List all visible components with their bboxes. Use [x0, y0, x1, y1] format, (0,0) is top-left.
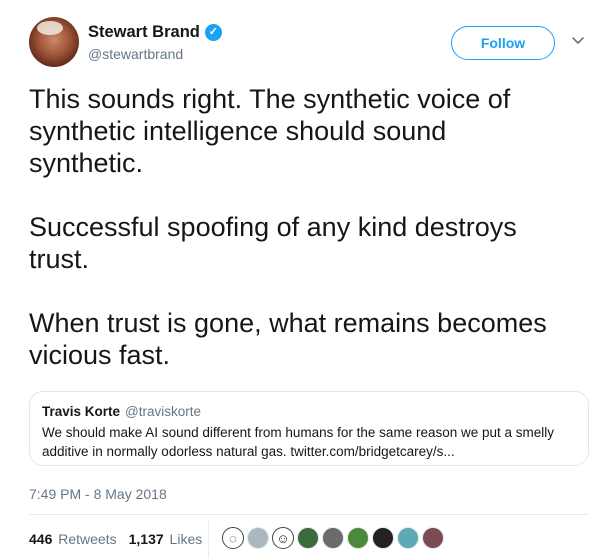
likes-count: 1,137	[128, 531, 164, 547]
liker-outline-smile-icon-2[interactable]: ☺	[272, 527, 294, 549]
quoted-tweet-text: We should make AI sound different from h…	[42, 425, 555, 459]
retweets-count: 446	[29, 531, 53, 547]
liker-avatar-icon-7[interactable]	[397, 527, 419, 549]
liker-avatar-icon-8[interactable]	[422, 527, 444, 549]
chevron-down-icon[interactable]	[571, 33, 585, 47]
author-avatar[interactable]	[29, 17, 79, 67]
liker-default-avatar-icon-1[interactable]	[247, 527, 269, 549]
liker-avatar-icon-4[interactable]	[322, 527, 344, 549]
liker-avatars: ◌ ☺	[222, 527, 447, 549]
quoted-author-name: Travis Korte	[42, 404, 121, 419]
retweets-label: Retweets	[58, 531, 117, 547]
liker-avatar-icon-3[interactable]	[297, 527, 319, 549]
author-display-name[interactable]: Stewart Brand	[88, 23, 200, 42]
author-name-block: Stewart Brand ✓ @stewartbrand	[88, 22, 222, 62]
liker-avatar-icon-6[interactable]	[372, 527, 394, 549]
divider	[29, 514, 589, 515]
author-handle[interactable]: @stewartbrand	[88, 46, 222, 62]
verified-badge-icon: ✓	[204, 23, 222, 41]
tweet-header: Stewart Brand ✓ @stewartbrand Follow	[29, 17, 589, 73]
tweet-timestamp[interactable]: 7:49 PM - 8 May 2018	[29, 486, 167, 502]
quoted-author-handle: @traviskorte	[125, 404, 202, 419]
tweet-stats: 446 Retweets 1,137 Likes	[29, 531, 214, 547]
quoted-tweet-header: Travis Korte @traviskorte	[42, 404, 576, 419]
tweet-text: This sounds right. The synthetic voice o…	[29, 84, 547, 370]
liker-avatar-icon-5[interactable]	[347, 527, 369, 549]
follow-button[interactable]: Follow	[451, 26, 555, 60]
quoted-tweet[interactable]: Travis Korte @traviskorte We should make…	[29, 391, 589, 466]
liker-outline-face-icon-0[interactable]: ◌	[222, 527, 244, 549]
likes-label: Likes	[169, 531, 203, 547]
stats-separator	[208, 520, 209, 558]
author-name-row: Stewart Brand ✓	[88, 22, 222, 42]
likes-stat[interactable]: 1,137 Likes	[129, 531, 203, 547]
retweets-stat[interactable]: 446 Retweets	[29, 531, 117, 547]
